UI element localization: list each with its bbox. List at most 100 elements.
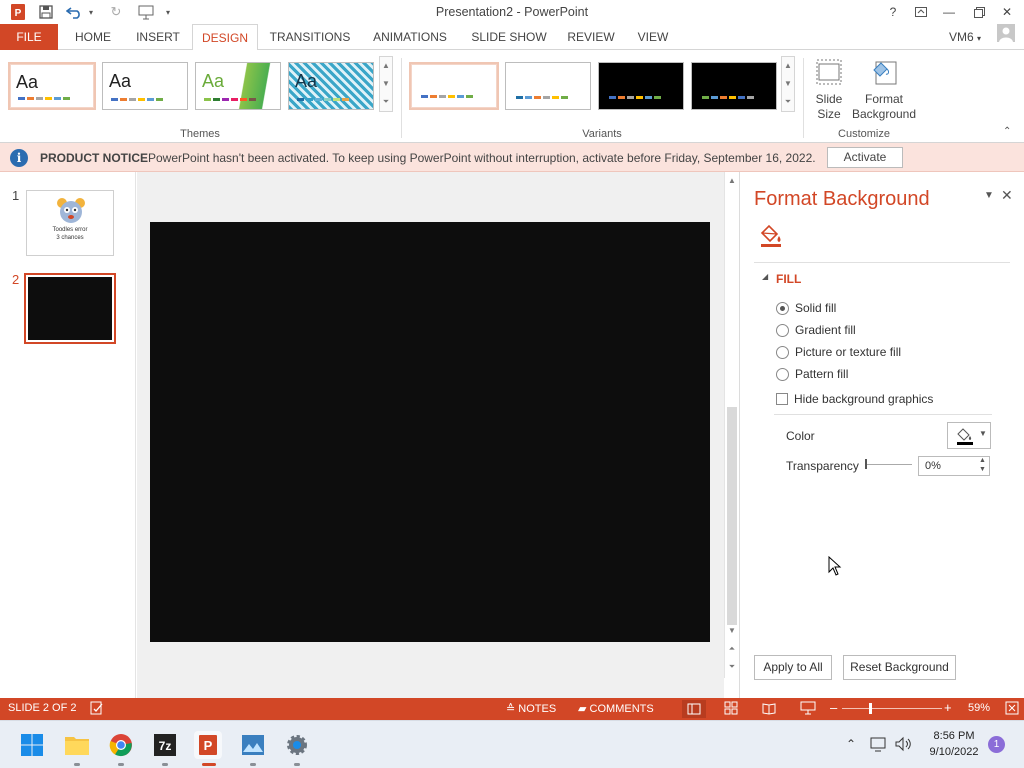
picture-fill-option[interactable]: Picture or texture fill (776, 344, 901, 360)
reset-background-button[interactable]: Reset Background (843, 655, 956, 680)
photos-icon[interactable] (239, 731, 267, 759)
scroll-up-icon[interactable]: ▲ (782, 57, 794, 75)
tab-transitions[interactable]: TRANSITIONS (264, 24, 356, 50)
gradient-fill-label: Gradient fill (795, 323, 856, 337)
normal-view-icon[interactable] (682, 700, 706, 718)
settings-gear-icon[interactable] (283, 731, 311, 759)
spell-check-icon[interactable] (90, 701, 104, 718)
slide-thumbnail-2[interactable] (24, 273, 116, 344)
scroll-down-icon[interactable]: ▼ (725, 624, 739, 638)
themes-gallery-scroll[interactable]: ▲ ▼ ⏷ (379, 56, 393, 112)
variant-3[interactable] (598, 62, 684, 110)
solid-fill-radio[interactable] (776, 301, 789, 315)
hide-background-graphics-label: Hide background graphics (794, 392, 934, 406)
restore-icon[interactable] (968, 2, 990, 22)
color-picker-button[interactable]: ▼ (947, 422, 991, 449)
zoom-slider[interactable] (842, 708, 942, 709)
theme-pattern[interactable]: Aa (288, 62, 374, 110)
chrome-icon[interactable] (107, 731, 135, 759)
tab-insert[interactable]: INSERT (130, 24, 186, 50)
tab-file[interactable]: FILE (0, 24, 58, 50)
transparency-slider-thumb[interactable] (865, 459, 867, 469)
gradient-fill-option[interactable]: Gradient fill (776, 322, 856, 338)
minimize-icon[interactable]: — (938, 2, 960, 22)
slide-scrollbar[interactable]: ▲ ▼ ⏶ ⏷ (724, 172, 738, 678)
scroll-up-icon[interactable]: ▲ (380, 57, 392, 75)
scroll-thumb[interactable] (727, 407, 737, 625)
theme-office[interactable]: Aa (8, 62, 96, 110)
variant-2[interactable] (505, 62, 591, 110)
comments-button[interactable]: ▰ COMMENTS (578, 702, 654, 715)
more-icon[interactable]: ⏷ (380, 93, 392, 111)
tab-animations[interactable]: ANIMATIONS (364, 24, 456, 50)
more-icon[interactable]: ⏷ (782, 93, 794, 111)
network-icon[interactable] (870, 736, 888, 755)
picture-fill-radio[interactable] (776, 345, 789, 359)
format-background-button[interactable]: Format Background (850, 56, 918, 122)
transparency-input[interactable]: 0% ▲ ▼ (918, 456, 990, 476)
windows-start-icon[interactable] (18, 731, 46, 759)
pattern-fill-option[interactable]: Pattern fill (776, 366, 848, 382)
clock-time[interactable]: 8:56 PM (924, 730, 984, 742)
solid-fill-option[interactable]: Solid fill (776, 300, 836, 316)
scroll-down-icon[interactable]: ▼ (380, 75, 392, 93)
current-slide[interactable] (150, 222, 710, 642)
zoom-slider-thumb[interactable] (869, 703, 872, 714)
slide-show-view-icon[interactable] (800, 701, 816, 718)
user-avatar[interactable] (994, 24, 1018, 50)
apply-to-all-button[interactable]: Apply to All (754, 655, 832, 680)
next-slide-icon[interactable]: ⏷ (725, 660, 739, 674)
show-hidden-icons-icon[interactable]: ⌃ (846, 737, 856, 751)
ribbon-display-options-icon[interactable] (910, 2, 932, 22)
collapse-section-icon[interactable]: ◢ (762, 272, 768, 281)
tab-design[interactable]: DESIGN (192, 24, 258, 51)
file-explorer-icon[interactable] (63, 731, 91, 759)
zoom-in-icon[interactable]: + (944, 700, 952, 715)
pane-close-icon[interactable]: ✕ (1001, 187, 1013, 204)
theme-facet[interactable]: Aa (195, 62, 281, 110)
volume-icon[interactable] (894, 736, 912, 755)
zoom-out-icon[interactable]: – (830, 700, 837, 715)
theme-office-2[interactable]: Aa (102, 62, 188, 110)
zoom-level[interactable]: 59% (968, 702, 990, 714)
tab-view[interactable]: VIEW (630, 24, 676, 50)
user-account[interactable]: VM6 ▾ (940, 24, 990, 50)
tab-home[interactable]: HOME (66, 24, 120, 50)
close-icon[interactable]: ✕ (996, 2, 1018, 22)
hide-background-graphics-checkbox[interactable] (776, 393, 788, 405)
fill-category-icon[interactable] (758, 222, 784, 248)
tab-review[interactable]: REVIEW (562, 24, 620, 50)
clock-date[interactable]: 9/10/2022 (924, 746, 984, 758)
powerpoint-taskbar-icon[interactable]: P (194, 731, 222, 759)
notification-badge[interactable]: 1 (988, 736, 1005, 753)
slide-size-button[interactable]: Slide Size (808, 56, 850, 122)
gradient-fill-radio[interactable] (776, 323, 789, 337)
pane-options-icon[interactable]: ▼ (984, 190, 994, 201)
transparency-slider[interactable] (866, 464, 912, 465)
variant-4[interactable] (691, 62, 777, 110)
slide-thumbnail-1[interactable]: Toodles error 3 chances (26, 190, 114, 256)
pattern-fill-radio[interactable] (776, 367, 789, 381)
fill-section-header[interactable]: FILL (776, 272, 801, 286)
help-icon[interactable]: ? (882, 2, 904, 22)
tab-slide-show[interactable]: SLIDE SHOW (466, 24, 552, 50)
variants-gallery-scroll[interactable]: ▲ ▼ ⏷ (781, 56, 795, 112)
scroll-up-icon[interactable]: ▲ (725, 174, 739, 188)
collapse-ribbon-icon[interactable]: ⌃ (1003, 126, 1011, 137)
slide-sorter-view-icon[interactable] (724, 701, 738, 718)
fit-slide-icon[interactable] (1005, 701, 1019, 718)
color-dropdown-icon[interactable]: ▼ (979, 429, 987, 438)
scroll-down-icon[interactable]: ▼ (782, 75, 794, 93)
activate-button[interactable]: Activate (827, 147, 903, 168)
variant-1[interactable] (409, 62, 499, 110)
spin-down-icon[interactable]: ▼ (979, 466, 986, 473)
notes-button[interactable]: ≙ NOTES (506, 702, 556, 715)
paint-bucket-icon (957, 428, 973, 445)
slide-thumbnails-panel: 1 Toodles error 3 chances 2 (0, 172, 136, 698)
spin-up-icon[interactable]: ▲ (979, 457, 986, 464)
reading-view-icon[interactable] (762, 701, 776, 718)
7zip-icon[interactable]: 7z (151, 731, 179, 759)
previous-slide-icon[interactable]: ⏶ (725, 642, 739, 656)
hide-background-graphics-option[interactable]: Hide background graphics (776, 391, 933, 407)
format-background-icon (868, 56, 900, 88)
